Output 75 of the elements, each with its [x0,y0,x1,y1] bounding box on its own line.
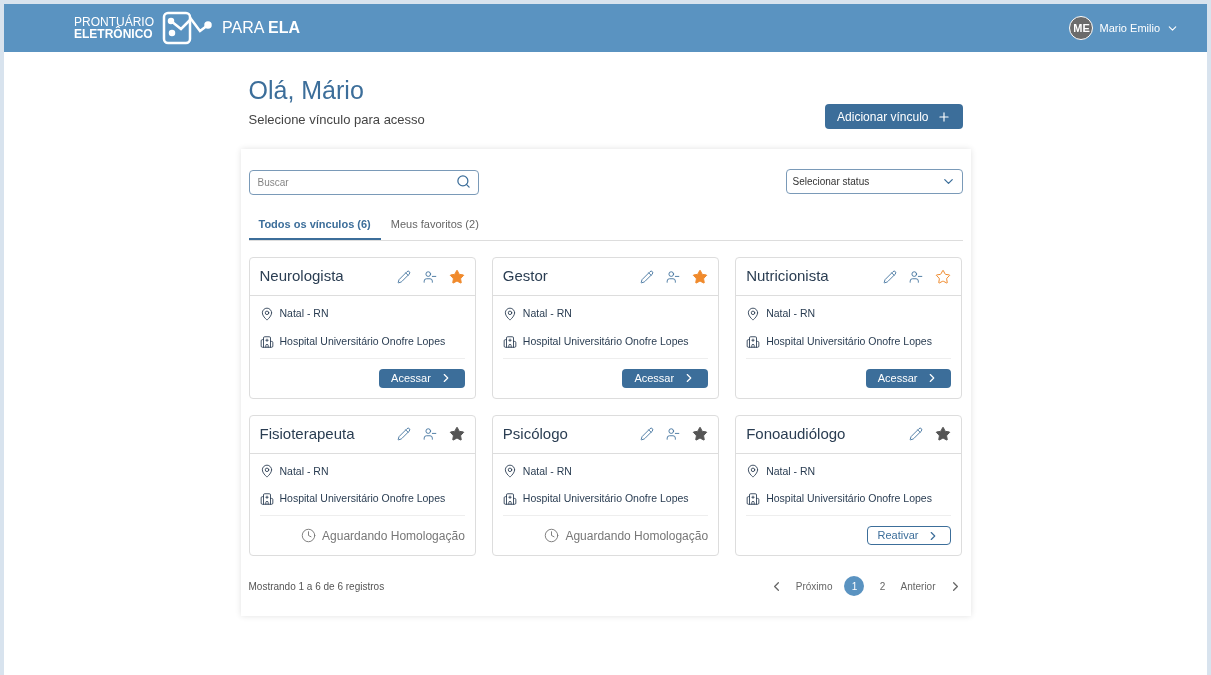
search-icon [455,174,471,189]
location-pin-icon [746,464,761,479]
card-title: Fonoaudiólogo [746,423,846,444]
location-pin-icon [259,306,274,321]
hospital-text: Hospital Universitário Onofre Lopes [522,491,689,507]
search-field[interactable]: Buscar [248,170,479,195]
location-pin-icon [502,464,517,479]
star-icon[interactable] [935,426,952,442]
tab[interactable]: Todos os vínculos (6) [248,210,381,240]
hospital-text: Hospital Universitário Onofre Lopes [766,333,932,349]
location-pin-icon [259,464,274,479]
location-text: Natal - RN [279,306,329,321]
plus-icon [936,109,951,124]
user-minus-icon[interactable] [666,269,681,284]
user-menu[interactable]: ME Mario Emilio [1069,16,1179,40]
hospital-icon [502,334,517,349]
records-info: Mostrando 1 a 6 de 6 registros [248,579,385,594]
page-button[interactable]: 1 [844,576,865,596]
user-minus-icon[interactable] [666,427,681,441]
location-text: Natal - RN [522,463,572,479]
subtitle: Selecione vínculo para acesso [248,110,425,129]
hospital-text: Hospital Universitário Onofre Lopes [279,333,446,349]
pencil-icon[interactable] [640,269,655,284]
pencil-icon[interactable] [909,427,924,441]
logo-icon [162,11,214,45]
logo-text: PRONTUÁRIO [74,16,154,28]
clock-icon [544,528,560,543]
star-icon[interactable] [935,268,952,285]
status-select[interactable]: Selecionar status [785,169,963,194]
hospital-text: Hospital Universitário Onofre Lopes [279,491,446,507]
access-button[interactable]: Acessar [622,368,709,388]
pencil-icon[interactable] [883,269,898,284]
card-title: Nutricionista [746,266,829,287]
location-text: Natal - RN [766,306,816,321]
page-button[interactable]: 2 [876,576,889,596]
previous-link[interactable]: Anterior [900,578,936,594]
card-title: Gestor [502,266,548,287]
pencil-icon[interactable] [396,427,411,441]
star-icon[interactable] [692,268,709,285]
user-minus-icon[interactable] [422,427,437,441]
card-title: Fisioterapeuta [259,423,355,444]
location-text: Natal - RN [522,306,572,321]
pencil-icon[interactable] [396,269,411,284]
card-title: Psicólogo [502,423,568,444]
greeting: Olá, Mário [248,75,365,106]
brand-text: PARA ELA [222,18,300,38]
clock-icon [301,528,317,543]
hospital-icon [259,492,274,507]
hospital-icon [746,334,761,349]
status-text: Aguardando Homologação [565,527,709,545]
hospital-icon [746,492,761,507]
location-text: Natal - RN [279,463,329,479]
hospital-text: Hospital Universitário Onofre Lopes [766,491,932,507]
access-button[interactable]: Acessar [865,368,952,388]
location-text: Natal - RN [766,463,816,479]
next-link[interactable]: Próximo [795,578,833,594]
pencil-icon[interactable] [640,427,655,441]
tab[interactable]: Meus favoritos (2) [380,210,489,240]
status-text: Aguardando Homologação [322,527,465,545]
reactivate-button[interactable]: Reativar [866,526,952,545]
user-minus-icon[interactable] [422,269,437,284]
location-pin-icon [746,306,761,321]
hospital-icon [502,492,517,507]
card-title: Neurologista [259,266,344,287]
logo-text: ELETRÔNICO [74,28,153,40]
location-pin-icon [502,306,517,321]
avatar: ME [1069,16,1094,40]
star-icon[interactable] [448,426,465,442]
hospital-text: Hospital Universitário Onofre Lopes [522,333,689,349]
add-link-button[interactable]: Adicionar vínculo [825,104,963,129]
star-icon[interactable] [448,268,465,285]
hospital-icon [259,334,274,349]
star-icon[interactable] [692,426,709,442]
access-button[interactable]: Acessar [379,368,465,388]
user-minus-icon[interactable] [909,269,924,284]
